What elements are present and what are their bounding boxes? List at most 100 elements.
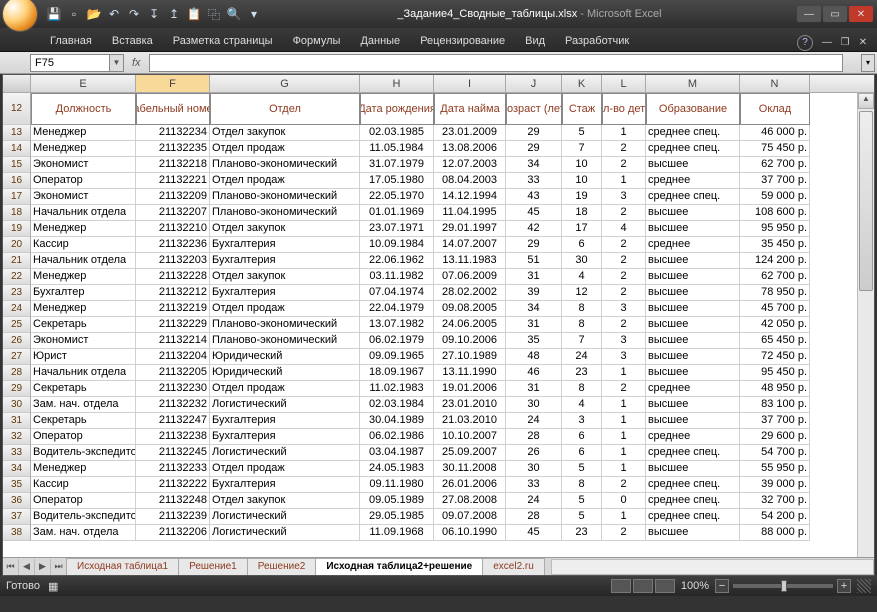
row-header[interactable]: 30 [3, 397, 31, 413]
cell[interactable]: 21132247 [136, 413, 210, 429]
save-icon[interactable]: 💾 [46, 6, 62, 22]
cell[interactable]: Планово-экономический [210, 189, 360, 205]
cell[interactable]: 46 000 р. [740, 125, 810, 141]
cell[interactable]: 30.11.2008 [434, 461, 506, 477]
cell[interactable]: 21132205 [136, 365, 210, 381]
cell[interactable]: Отдел закупок [210, 221, 360, 237]
print-preview-icon[interactable]: 🔍 [226, 6, 242, 22]
cell[interactable]: 62 700 р. [740, 269, 810, 285]
cell[interactable]: 25.09.2007 [434, 445, 506, 461]
cell[interactable]: 2 [602, 269, 646, 285]
cell[interactable]: 7 [562, 141, 602, 157]
cell[interactable]: Юридический [210, 349, 360, 365]
cell[interactable]: среднее спец. [646, 445, 740, 461]
cell[interactable]: 21.03.2010 [434, 413, 506, 429]
normal-view-button[interactable] [611, 579, 631, 593]
table-column-header[interactable]: Дата найма [434, 93, 506, 125]
cell[interactable]: 30 [506, 461, 562, 477]
cell[interactable]: 32 700 р. [740, 493, 810, 509]
cell[interactable]: высшее [646, 221, 740, 237]
cell[interactable]: 28 [506, 429, 562, 445]
cell[interactable]: 39 [506, 285, 562, 301]
cell[interactable]: 43 [506, 189, 562, 205]
cell[interactable]: Кассир [31, 237, 136, 253]
cell[interactable]: 09.05.1989 [360, 493, 434, 509]
table-column-header[interactable]: Отдел [210, 93, 360, 125]
cell[interactable]: 5 [562, 461, 602, 477]
column-header[interactable]: K [562, 75, 602, 92]
cell[interactable]: 48 [506, 349, 562, 365]
close-button[interactable]: ✕ [849, 6, 873, 22]
cell[interactable]: 8 [562, 477, 602, 493]
cell[interactable]: 8 [562, 317, 602, 333]
cell[interactable]: Отдел продаж [210, 301, 360, 317]
row-header[interactable]: 14 [3, 141, 31, 157]
cell[interactable]: высшее [646, 461, 740, 477]
row-header[interactable]: 32 [3, 429, 31, 445]
cell[interactable]: 09.11.1980 [360, 477, 434, 493]
cell[interactable]: 3 [602, 189, 646, 205]
cell[interactable]: 02.03.1984 [360, 397, 434, 413]
select-all-corner[interactable] [3, 75, 31, 92]
cell[interactable]: 19.01.2006 [434, 381, 506, 397]
table-column-header[interactable]: Возраст (лет) [506, 93, 562, 125]
cell[interactable]: 21132207 [136, 205, 210, 221]
cell[interactable]: среднее спец. [646, 125, 740, 141]
table-column-header[interactable]: Кол-во детей [602, 93, 646, 125]
ribbon-tab[interactable]: Формулы [283, 31, 351, 51]
cell[interactable]: 21132235 [136, 141, 210, 157]
cell[interactable]: 11.09.1968 [360, 525, 434, 541]
cell[interactable]: 45 700 р. [740, 301, 810, 317]
cell[interactable]: среднее спец. [646, 141, 740, 157]
cell[interactable]: 2 [602, 285, 646, 301]
cell[interactable]: 4 [562, 269, 602, 285]
cell[interactable]: высшее [646, 157, 740, 173]
cell[interactable]: 12 [562, 285, 602, 301]
cell[interactable]: 27.10.1989 [434, 349, 506, 365]
cell[interactable]: 13.11.1990 [434, 365, 506, 381]
table-column-header[interactable]: Должность [31, 93, 136, 125]
cell[interactable]: 1 [602, 397, 646, 413]
cell[interactable]: Бухгалтерия [210, 253, 360, 269]
cell[interactable]: Планово-экономический [210, 333, 360, 349]
cell[interactable]: Отдел закупок [210, 269, 360, 285]
ribbon-tab[interactable]: Разработчик [555, 31, 639, 51]
cell[interactable]: 3 [602, 349, 646, 365]
cell[interactable]: 75 450 р. [740, 141, 810, 157]
cell[interactable]: 34 [506, 157, 562, 173]
cell[interactable]: 31 [506, 269, 562, 285]
row-header[interactable]: 34 [3, 461, 31, 477]
open-icon[interactable]: 📂 [86, 6, 102, 22]
sheet-tab[interactable]: excel2.ru [482, 558, 545, 575]
cell[interactable]: 19 [562, 189, 602, 205]
cell[interactable]: Планово-экономический [210, 205, 360, 221]
cell[interactable]: 4 [562, 397, 602, 413]
cell[interactable]: 2 [602, 141, 646, 157]
cell[interactable]: Менеджер [31, 269, 136, 285]
cell[interactable]: 21132210 [136, 221, 210, 237]
cell[interactable]: высшее [646, 333, 740, 349]
cell[interactable]: 1 [602, 365, 646, 381]
cell[interactable]: 3 [602, 301, 646, 317]
cell[interactable]: 29.01.1997 [434, 221, 506, 237]
cell[interactable]: Бухгалтерия [210, 477, 360, 493]
cell[interactable]: 21132248 [136, 493, 210, 509]
cell[interactable]: 06.02.1986 [360, 429, 434, 445]
cell[interactable]: 26 [506, 445, 562, 461]
cell[interactable]: высшее [646, 349, 740, 365]
cell[interactable]: Менеджер [31, 221, 136, 237]
cell[interactable]: 21132214 [136, 333, 210, 349]
cell[interactable]: 06.02.1979 [360, 333, 434, 349]
cell[interactable]: 21132212 [136, 285, 210, 301]
cell[interactable]: 45 [506, 205, 562, 221]
paste-icon[interactable]: 📋 [186, 6, 202, 22]
cell[interactable]: 108 600 р. [740, 205, 810, 221]
cell[interactable]: Логистический [210, 525, 360, 541]
cell[interactable]: 3 [562, 413, 602, 429]
cell[interactable]: 62 700 р. [740, 157, 810, 173]
cell[interactable]: 35 [506, 333, 562, 349]
resize-grip-icon[interactable] [857, 579, 871, 593]
copy-icon[interactable]: ⿻ [206, 6, 222, 22]
cell[interactable]: 22.04.1979 [360, 301, 434, 317]
cell[interactable]: 21132204 [136, 349, 210, 365]
